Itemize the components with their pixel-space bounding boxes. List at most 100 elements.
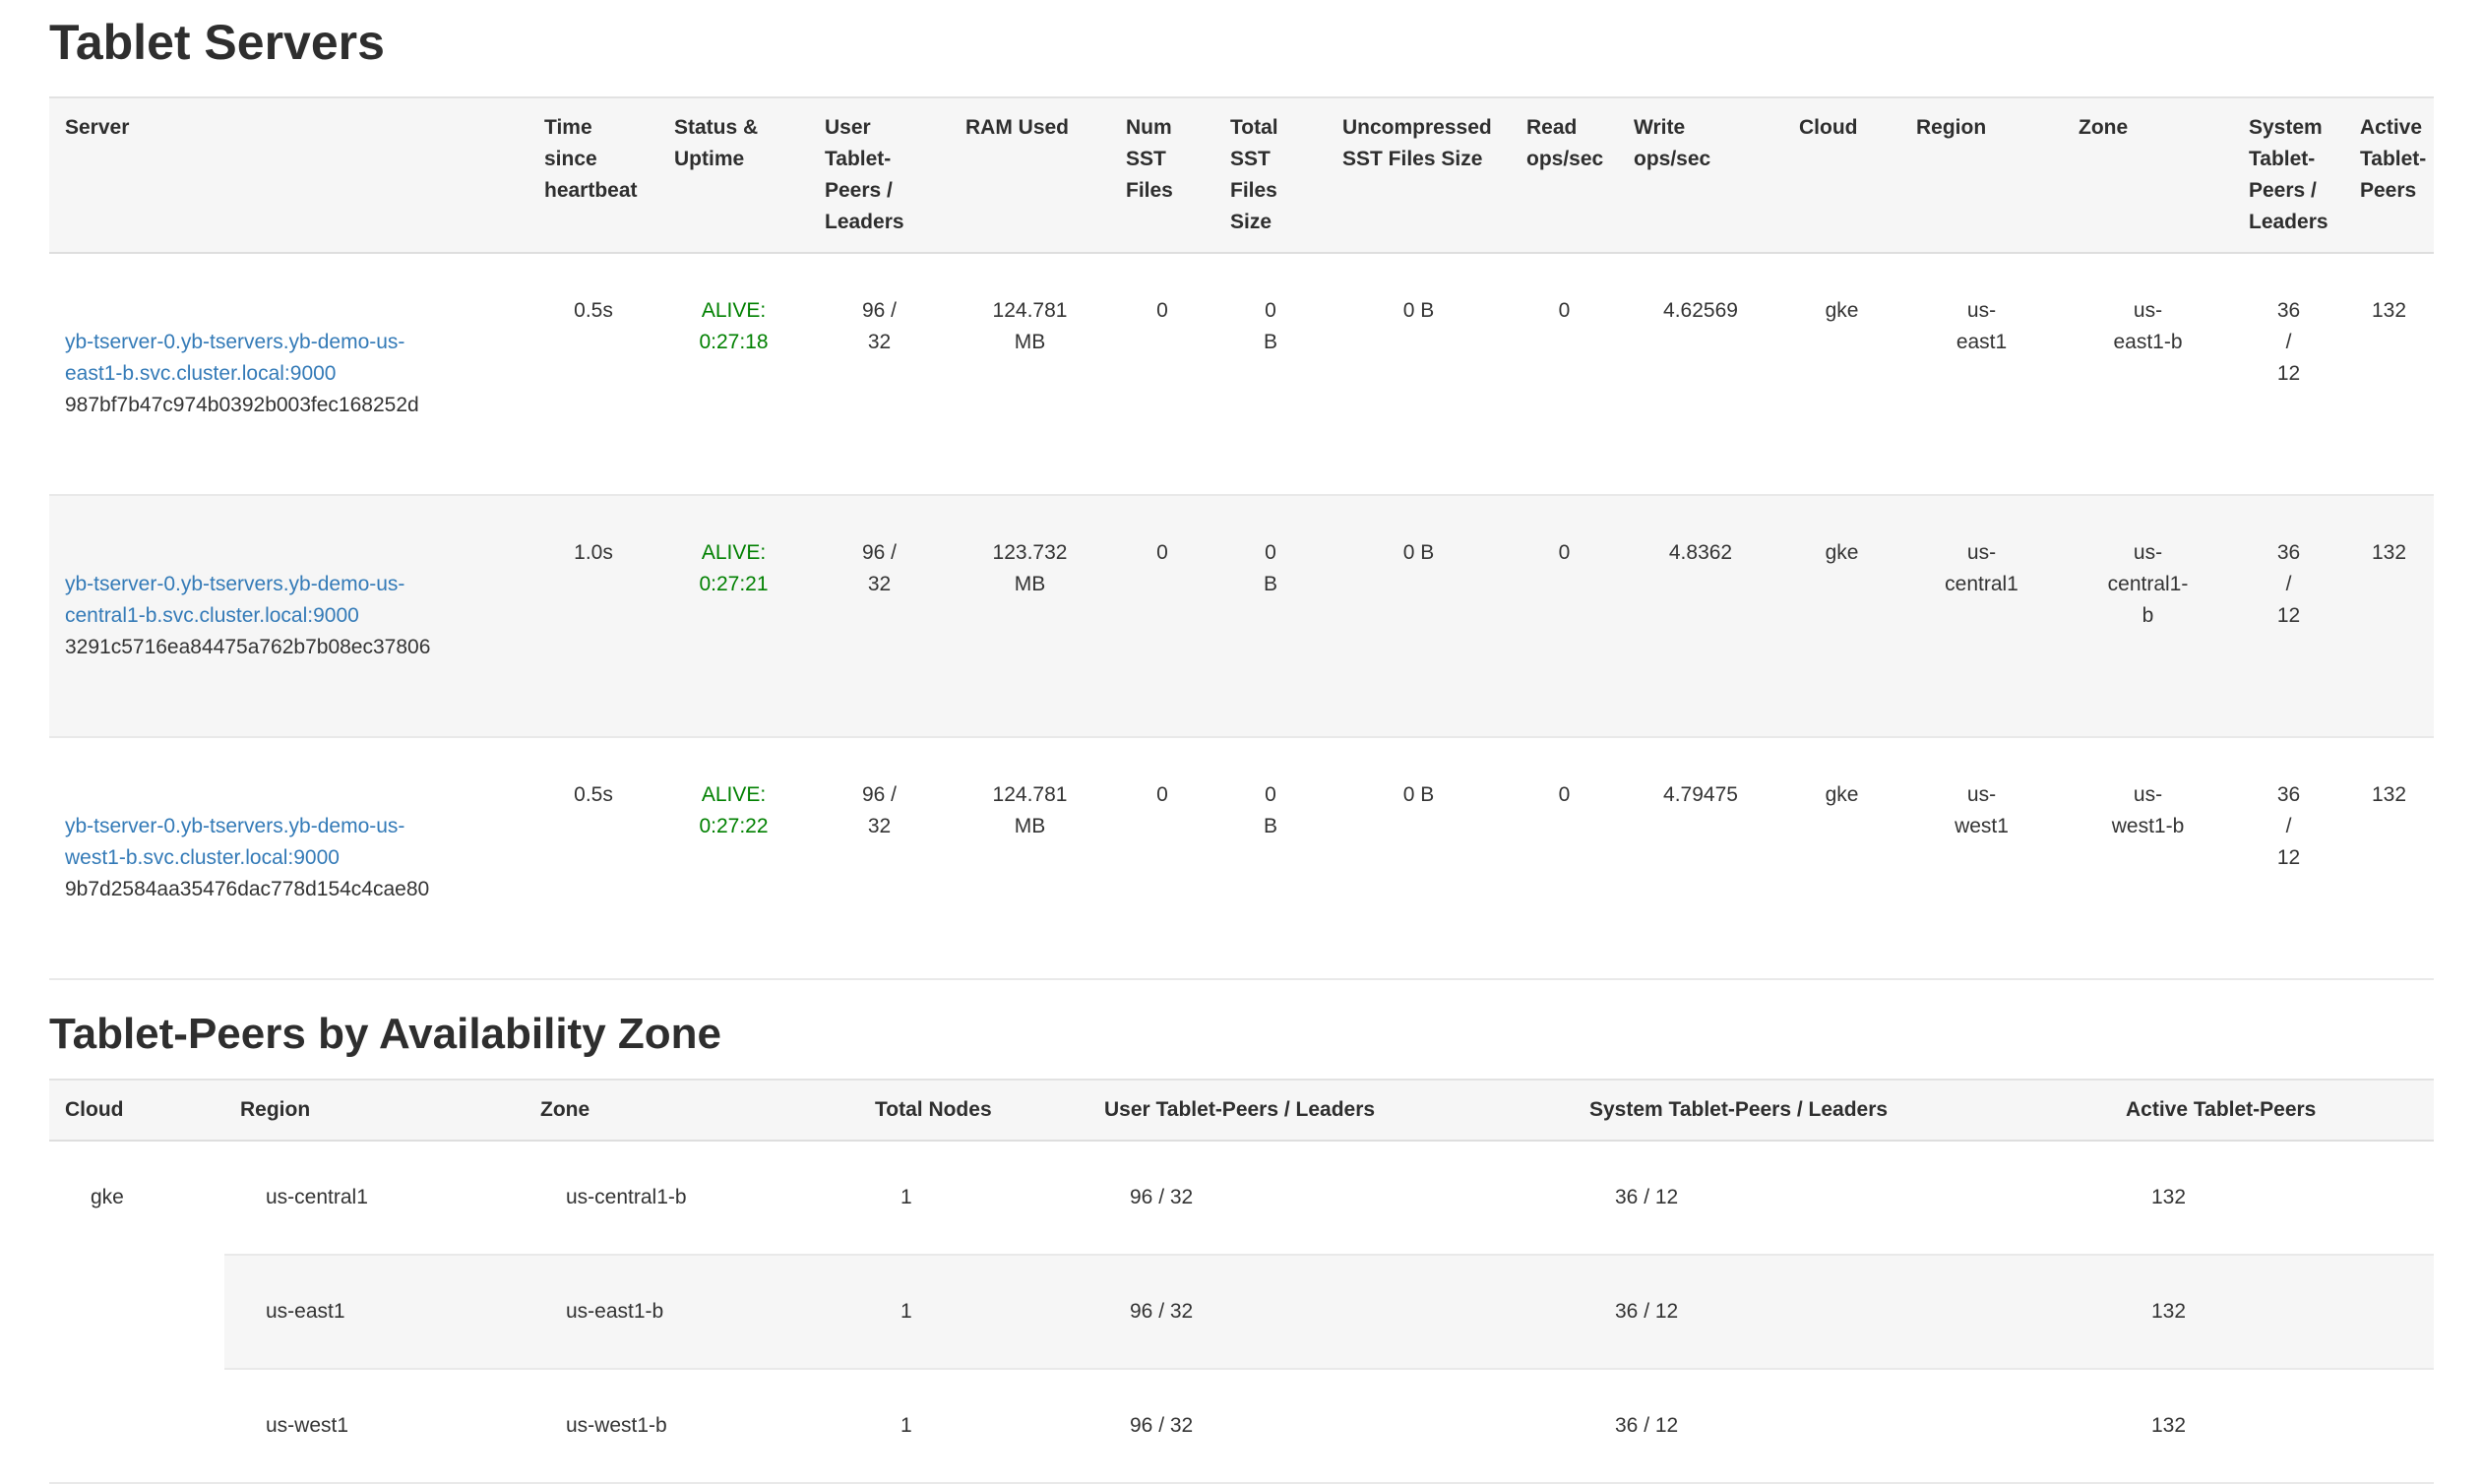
server-cell: yb-tserver-0.yb-tservers.yb-demo-us- eas… [49,253,528,495]
region-cell: us-west1 [224,1369,525,1483]
zone-cell: us- central1- b [2063,495,2233,737]
region-cell: us- west1 [1900,737,2063,979]
cloud-cell: gke [49,1141,224,1483]
page-container: Tablet Servers Server Time since heartbe… [0,14,2483,1484]
read-ops-cell: 0 [1511,495,1618,737]
status-alive-text: ALIVE: 0:27:18 [699,299,768,353]
server-cell: yb-tserver-0.yb-tservers.yb-demo-us- wes… [49,737,528,979]
total-nodes-cell: 1 [859,1369,1088,1483]
col-header-total-nodes: Total Nodes [859,1080,1088,1141]
active-peers-cell: 132 [2344,495,2434,737]
active-peers-cell: 132 [2344,253,2434,495]
read-ops-cell: 0 [1511,253,1618,495]
col-header-region: Region [224,1080,525,1141]
cloud-cell: gke [1783,737,1900,979]
user-peers-cell: 96 / 32 [1088,1141,1574,1255]
tablet-servers-header-row: Server Time since heartbeat Status & Upt… [49,97,2434,253]
server-uuid: 9b7d2584aa35476dac778d154c4cae80 [65,874,513,905]
total-sst-cell: 0 B [1214,253,1327,495]
user-peers-cell: 96 / 32 [1088,1255,1574,1369]
active-peers-cell: 132 [2110,1369,2434,1483]
table-row: yb-tserver-0.yb-tservers.yb-demo-us- wes… [49,737,2434,979]
col-header-zone: Zone [2063,97,2233,253]
server-uuid: 987bf7b47c974b0392b003fec168252d [65,390,513,421]
server-link[interactable]: yb-tserver-0.yb-tservers.yb-demo-us- cen… [65,573,404,627]
system-peers-cell: 36 / 12 [1574,1255,2110,1369]
system-peers-cell: 36 / 12 [1574,1141,2110,1255]
num-sst-cell: 0 [1110,737,1214,979]
col-header-ram: RAM Used [950,97,1110,253]
num-sst-cell: 0 [1110,253,1214,495]
col-header-system-peers: System Tablet-Peers / Leaders [1574,1080,2110,1141]
active-peers-cell: 132 [2110,1141,2434,1255]
active-peers-cell: 132 [2110,1255,2434,1369]
status-alive-text: ALIVE: 0:27:22 [699,783,768,837]
write-ops-cell: 4.8362 [1618,495,1783,737]
zone-cell: us- west1-b [2063,737,2233,979]
col-header-region: Region [1900,97,2063,253]
num-sst-cell: 0 [1110,495,1214,737]
heartbeat-cell: 1.0s [528,495,658,737]
col-header-active-peers: Active Tablet-Peers [2110,1080,2434,1141]
heartbeat-cell: 0.5s [528,737,658,979]
col-header-total-sst: Total SST Files Size [1214,97,1327,253]
system-peers-cell: 36 / 12 [2233,737,2344,979]
col-header-server: Server [49,97,528,253]
table-row: us-east1 us-east1-b 1 96 / 32 36 / 12 13… [49,1255,2434,1369]
table-row: gke us-central1 us-central1-b 1 96 / 32 … [49,1141,2434,1255]
user-peers-cell: 96 / 32 [809,253,950,495]
server-link[interactable]: yb-tserver-0.yb-tservers.yb-demo-us- wes… [65,815,404,869]
col-header-user-peers: User Tablet-Peers / Leaders [809,97,950,253]
region-cell: us-east1 [224,1255,525,1369]
user-peers-cell: 96 / 32 [1088,1369,1574,1483]
col-header-uncompressed-sst: Uncompressed SST Files Size [1327,97,1511,253]
system-peers-cell: 36 / 12 [1574,1369,2110,1483]
uncompressed-sst-cell: 0 B [1327,253,1511,495]
tablet-servers-heading: Tablet Servers [49,14,2434,71]
col-header-read-ops: Read ops/sec [1511,97,1618,253]
total-nodes-cell: 1 [859,1255,1088,1369]
total-sst-cell: 0 B [1214,737,1327,979]
col-header-num-sst: Num SST Files [1110,97,1214,253]
ram-used-cell: 124.781 MB [950,253,1110,495]
user-peers-cell: 96 / 32 [809,495,950,737]
col-header-user-peers: User Tablet-Peers / Leaders [1088,1080,1574,1141]
status-cell: ALIVE: 0:27:18 [658,253,809,495]
col-header-status: Status & Uptime [658,97,809,253]
region-cell: us-central1 [224,1141,525,1255]
uncompressed-sst-cell: 0 B [1327,737,1511,979]
col-header-active-peers: Active Tablet-Peers [2344,97,2434,253]
zone-cell: us- east1-b [2063,253,2233,495]
write-ops-cell: 4.79475 [1618,737,1783,979]
active-peers-cell: 132 [2344,737,2434,979]
heartbeat-cell: 0.5s [528,253,658,495]
col-header-write-ops: Write ops/sec [1618,97,1783,253]
col-header-cloud: Cloud [49,1080,224,1141]
col-header-system-peers: System Tablet-Peers / Leaders [2233,97,2344,253]
status-cell: ALIVE: 0:27:22 [658,737,809,979]
server-uuid: 3291c5716ea84475a762b7b08ec37806 [65,632,513,663]
col-header-zone: Zone [525,1080,859,1141]
read-ops-cell: 0 [1511,737,1618,979]
table-row: us-west1 us-west1-b 1 96 / 32 36 / 12 13… [49,1369,2434,1483]
region-cell: us- east1 [1900,253,2063,495]
table-row: yb-tserver-0.yb-tservers.yb-demo-us- cen… [49,495,2434,737]
status-cell: ALIVE: 0:27:21 [658,495,809,737]
status-alive-text: ALIVE: 0:27:21 [699,541,768,595]
col-header-cloud: Cloud [1783,97,1900,253]
col-header-heartbeat: Time since heartbeat [528,97,658,253]
zone-cell: us-east1-b [525,1255,859,1369]
total-sst-cell: 0 B [1214,495,1327,737]
user-peers-cell: 96 / 32 [809,737,950,979]
cloud-cell: gke [1783,253,1900,495]
az-table: Cloud Region Zone Total Nodes User Table… [49,1079,2434,1484]
table-row: yb-tserver-0.yb-tservers.yb-demo-us- eas… [49,253,2434,495]
az-heading: Tablet-Peers by Availability Zone [49,1010,2434,1059]
server-link[interactable]: yb-tserver-0.yb-tservers.yb-demo-us- eas… [65,331,404,385]
ram-used-cell: 123.732 MB [950,495,1110,737]
system-peers-cell: 36 / 12 [2233,253,2344,495]
ram-used-cell: 124.781 MB [950,737,1110,979]
region-cell: us- central1 [1900,495,2063,737]
az-header-row: Cloud Region Zone Total Nodes User Table… [49,1080,2434,1141]
system-peers-cell: 36 / 12 [2233,495,2344,737]
